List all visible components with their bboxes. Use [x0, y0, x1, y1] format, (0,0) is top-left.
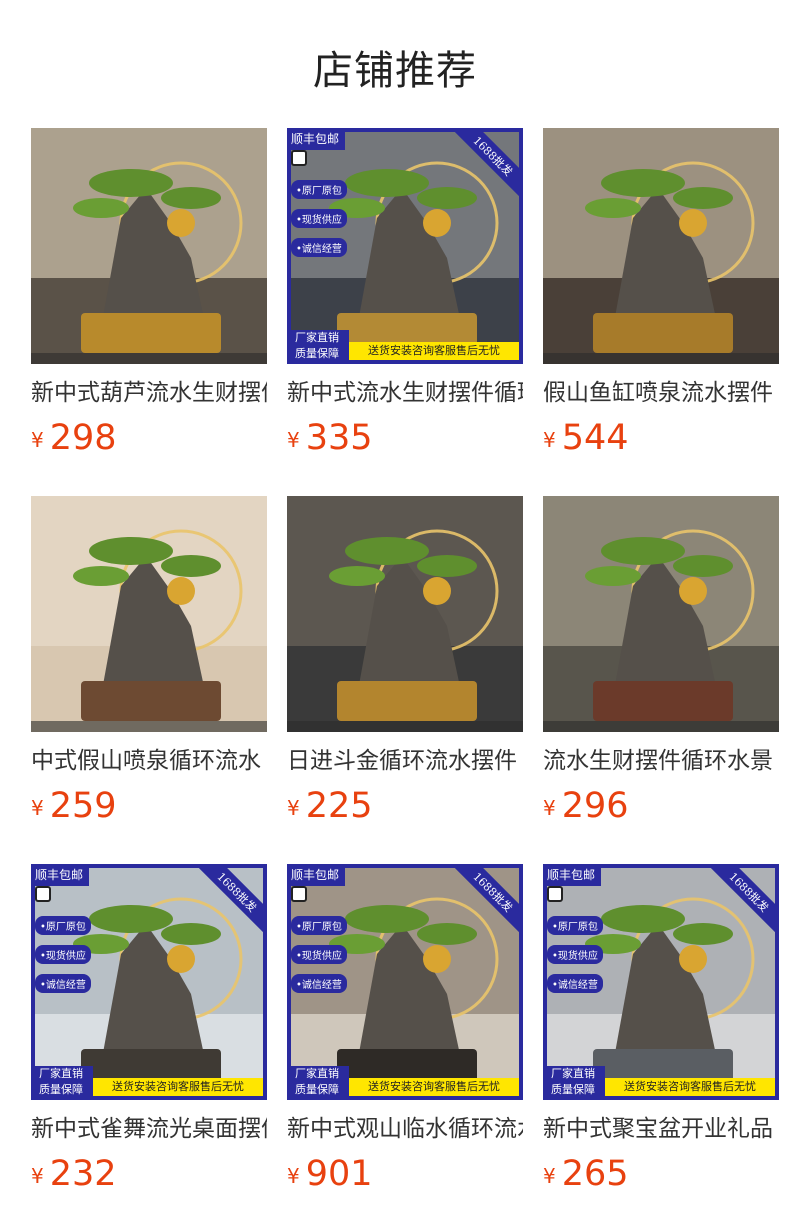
product-name[interactable]: 假山鱼缸喷泉流水摆件 — [543, 376, 779, 410]
product-card[interactable]: 顺丰包邮 1688批发 •原厂原包 •现货供应 •诚信经营 厂家直销 质量保障 送货安装咨询客… — [287, 128, 523, 468]
price-value: 259 — [49, 786, 117, 826]
price-value: 901 — [305, 1154, 373, 1194]
page-title: 店铺推荐 — [313, 48, 477, 94]
currency-symbol: ¥ — [287, 796, 300, 820]
price-value: 544 — [561, 418, 629, 458]
product-image[interactable] — [543, 496, 779, 732]
currency-symbol: ¥ — [287, 428, 300, 452]
product-price: ¥544 — [543, 418, 629, 458]
product-name[interactable]: 新中式葫芦流水生财摆件 — [31, 376, 267, 410]
product-price: ¥232 — [31, 1154, 117, 1194]
product-image[interactable] — [287, 496, 523, 732]
product-name[interactable]: 日进斗金循环流水摆件 — [287, 744, 523, 778]
product-name[interactable]: 新中式流水生财摆件循环 — [287, 376, 523, 410]
product-price: ¥265 — [543, 1154, 629, 1194]
currency-symbol: ¥ — [543, 796, 556, 820]
product-price: ¥901 — [287, 1154, 373, 1194]
product-card[interactable]: 顺丰包邮 1688批发 •原厂原包 •现货供应 •诚信经营 厂家直销 质量保障 送货安装咨询客… — [31, 864, 267, 1204]
product-price: ¥296 — [543, 786, 629, 826]
product-image[interactable] — [31, 496, 267, 732]
product-image[interactable] — [543, 128, 779, 364]
currency-symbol: ¥ — [287, 1164, 300, 1188]
product-name[interactable]: 中式假山喷泉循环流水 — [31, 744, 267, 778]
price-value: 298 — [49, 418, 117, 458]
product-card[interactable]: 流水生财摆件循环水景 ¥296 — [543, 496, 779, 836]
product-image[interactable] — [31, 128, 267, 364]
currency-symbol: ¥ — [543, 428, 556, 452]
product-price: ¥335 — [287, 418, 373, 458]
product-card[interactable]: 顺丰包邮 1688批发 •原厂原包 •现货供应 •诚信经营 厂家直销 质量保障 送货安装咨询客… — [543, 864, 779, 1204]
product-price: ¥259 — [31, 786, 117, 826]
product-card[interactable]: 顺丰包邮 1688批发 •原厂原包 •现货供应 •诚信经营 厂家直销 质量保障 送货安装咨询客… — [287, 864, 523, 1204]
price-value: 225 — [305, 786, 373, 826]
product-name[interactable]: 流水生财摆件循环水景 — [543, 744, 779, 778]
product-card[interactable]: 新中式葫芦流水生财摆件 ¥298 — [31, 128, 267, 468]
product-image[interactable]: 顺丰包邮 1688批发 •原厂原包 •现货供应 •诚信经营 厂家直销 质量保障 送货安装咨询客… — [287, 128, 523, 364]
product-image[interactable]: 顺丰包邮 1688批发 •原厂原包 •现货供应 •诚信经营 厂家直销 质量保障 送货安装咨询客… — [287, 864, 523, 1100]
price-value: 265 — [561, 1154, 629, 1194]
price-value: 296 — [561, 786, 629, 826]
price-value: 335 — [305, 418, 373, 458]
price-value: 232 — [49, 1154, 117, 1194]
product-name[interactable]: 新中式观山临水循环流水 — [287, 1112, 523, 1146]
product-card[interactable]: 中式假山喷泉循环流水 ¥259 — [31, 496, 267, 836]
product-price: ¥225 — [287, 786, 373, 826]
currency-symbol: ¥ — [543, 1164, 556, 1188]
product-card[interactable]: 假山鱼缸喷泉流水摆件 ¥544 — [543, 128, 779, 468]
currency-symbol: ¥ — [31, 428, 44, 452]
product-card[interactable]: 日进斗金循环流水摆件 ¥225 — [287, 496, 523, 836]
currency-symbol: ¥ — [31, 1164, 44, 1188]
product-name[interactable]: 新中式雀舞流光桌面摆件 — [31, 1112, 267, 1146]
product-image[interactable]: 顺丰包邮 1688批发 •原厂原包 •现货供应 •诚信经营 厂家直销 质量保障 送货安装咨询客… — [543, 864, 779, 1100]
product-name[interactable]: 新中式聚宝盆开业礼品 — [543, 1112, 779, 1146]
currency-symbol: ¥ — [31, 796, 44, 820]
product-price: ¥298 — [31, 418, 117, 458]
product-image[interactable]: 顺丰包邮 1688批发 •原厂原包 •现货供应 •诚信经营 厂家直销 质量保障 送货安装咨询客… — [31, 864, 267, 1100]
